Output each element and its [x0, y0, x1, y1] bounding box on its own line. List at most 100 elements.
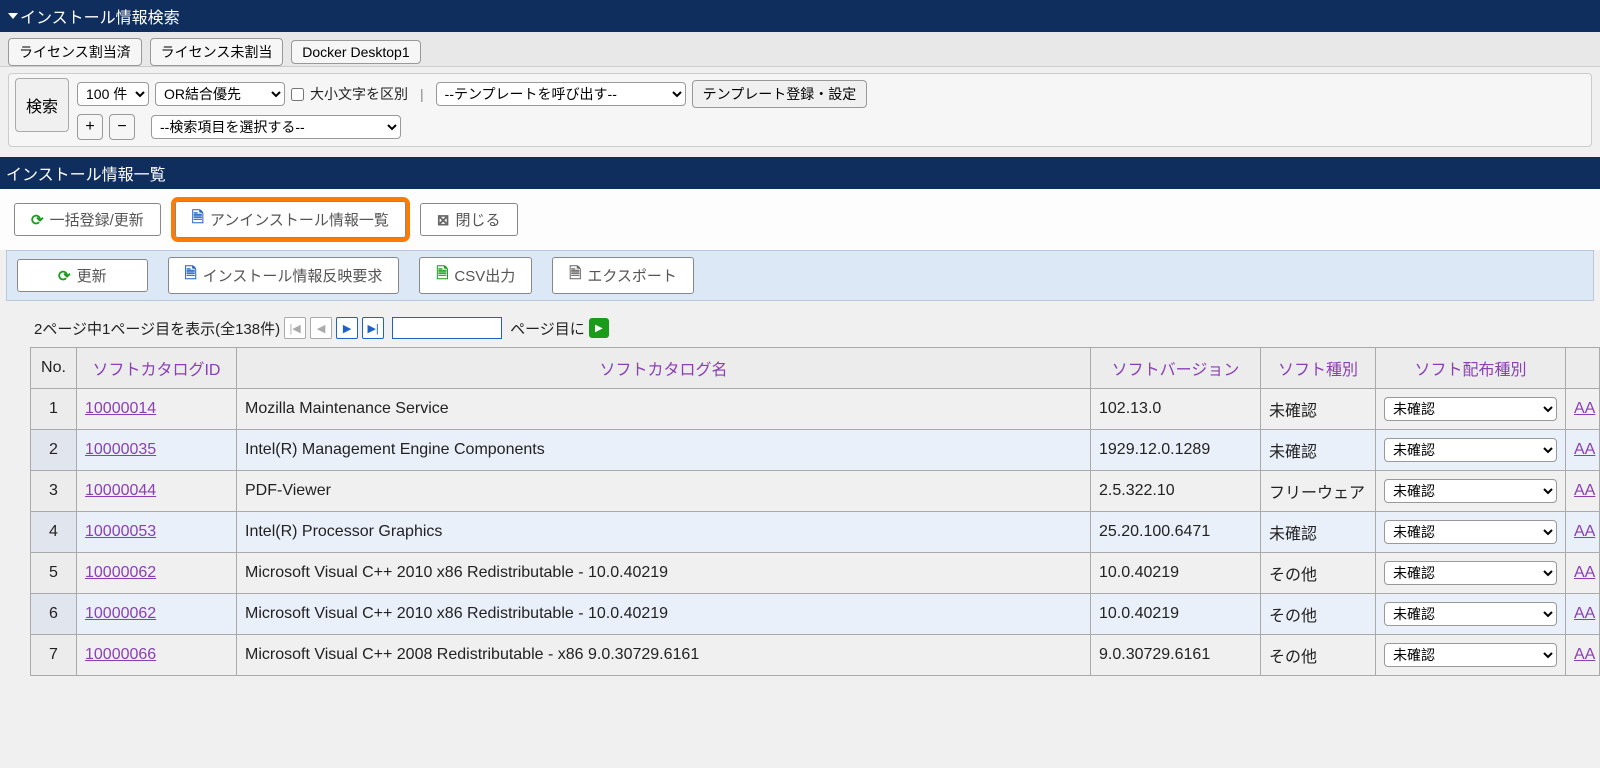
dist-select[interactable]: 未確認 — [1384, 520, 1557, 544]
row-dist: 未確認 — [1376, 553, 1566, 594]
extra-link[interactable]: AA — [1574, 523, 1595, 540]
catalog-id-link[interactable]: 10000062 — [85, 605, 156, 622]
case-sensitive-checkbox[interactable] — [291, 88, 304, 101]
row-dist: 未確認 — [1376, 389, 1566, 430]
extra-link[interactable]: AA — [1574, 482, 1595, 499]
row-catalog-id: 10000035 — [77, 430, 237, 471]
install-info-table: No. ソフトカタログID ソフトカタログ名 ソフトバージョン ソフト種別 ソフ… — [30, 347, 1600, 676]
extra-link[interactable]: AA — [1574, 400, 1595, 417]
pager-go-button[interactable]: ▶ — [589, 318, 609, 338]
row-version: 102.13.0 — [1091, 389, 1261, 430]
row-catalog-id: 10000066 — [77, 635, 237, 676]
row-dist: 未確認 — [1376, 594, 1566, 635]
uninstall-list-button[interactable]: 🗎 アンインストール情報一覧 — [175, 201, 406, 238]
tab-license-assigned[interactable]: ライセンス割当済 — [8, 38, 142, 66]
search-button[interactable]: 検索 — [15, 78, 69, 132]
bulk-register-button[interactable]: ⟳ 一括登録/更新 — [14, 203, 161, 236]
row-extra: AA — [1566, 635, 1600, 676]
add-condition-button[interactable]: + — [77, 114, 103, 140]
uninstall-list-label: アンインストール情報一覧 — [210, 209, 389, 230]
export-label: エクスポート — [587, 265, 677, 286]
col-dist[interactable]: ソフト配布種別 — [1376, 348, 1566, 389]
catalog-id-link[interactable]: 10000053 — [85, 523, 156, 540]
catalog-id-link[interactable]: 10000014 — [85, 400, 156, 417]
refresh-button[interactable]: ⟳ 更新 — [17, 259, 148, 292]
row-no: 2 — [31, 430, 77, 471]
dist-select[interactable]: 未確認 — [1384, 397, 1557, 421]
search-field-select[interactable]: --検索項目を選択する-- — [151, 115, 401, 139]
extra-link[interactable]: AA — [1574, 441, 1595, 458]
dist-select[interactable]: 未確認 — [1384, 561, 1557, 585]
col-version[interactable]: ソフトバージョン — [1091, 348, 1261, 389]
document-icon: 🗎 — [185, 263, 197, 288]
toolbar: ⟳ 更新 🗎 インストール情報反映要求 🗎 CSV出力 🗎 エクスポート — [6, 250, 1594, 301]
table-header-row: No. ソフトカタログID ソフトカタログ名 ソフトバージョン ソフト種別 ソフ… — [31, 348, 1600, 389]
dist-select[interactable]: 未確認 — [1384, 643, 1557, 667]
pager-next-button[interactable]: ▶ — [336, 317, 358, 339]
tab-docker-desktop[interactable]: Docker Desktop1 — [291, 40, 420, 64]
pager-prev-button[interactable]: ◀ — [310, 317, 332, 339]
catalog-id-link[interactable]: 10000035 — [85, 441, 156, 458]
template-call-select[interactable]: --テンプレートを呼び出す-- — [436, 82, 686, 106]
dist-select[interactable]: 未確認 — [1384, 438, 1557, 462]
template-register-button[interactable]: テンプレート登録・設定 — [692, 80, 868, 108]
extra-link[interactable]: AA — [1574, 605, 1595, 622]
table-row: 410000053Intel(R) Processor Graphics25.2… — [31, 512, 1600, 553]
remove-condition-button[interactable]: − — [109, 114, 135, 140]
close-button[interactable]: ⊠ 閉じる — [420, 203, 518, 236]
tab-license-unassigned[interactable]: ライセンス未割当 — [150, 38, 284, 66]
row-catalog-id: 10000062 — [77, 553, 237, 594]
search-section-header[interactable]: インストール情報検索 — [0, 0, 1600, 32]
col-no: No. — [31, 348, 77, 389]
row-type: 未確認 — [1261, 389, 1376, 430]
extra-link[interactable]: AA — [1574, 646, 1595, 663]
table-row: 2 10000035 Intel(R) Management Engine Comp… — [31, 430, 1600, 471]
row-catalog-id: 10000044 — [77, 471, 237, 512]
row-version: 25.20.100.6471 — [1091, 512, 1261, 553]
close-icon: ⊠ — [437, 211, 450, 229]
filter-tabs: ライセンス割当済 ライセンス未割当 Docker Desktop1 — [0, 32, 1600, 67]
row-version: 10.0.40219 — [1091, 594, 1261, 635]
row-catalog-name: Microsoft Visual C++ 2010 x86 Redistribu… — [237, 553, 1091, 594]
dist-select[interactable]: 未確認 — [1384, 602, 1557, 626]
per-page-select[interactable]: 100 件 — [77, 82, 149, 106]
refresh-icon: ⟳ — [58, 267, 71, 285]
catalog-id-link[interactable]: 10000044 — [85, 482, 156, 499]
row-catalog-name: Intel(R) Management Engine Components — [237, 430, 1091, 471]
reflect-request-button[interactable]: 🗎 インストール情報反映要求 — [168, 257, 400, 294]
combine-select[interactable]: OR結合優先 — [155, 82, 285, 106]
catalog-id-link[interactable]: 10000066 — [85, 646, 156, 663]
pager-last-button[interactable]: ▶| — [362, 317, 384, 339]
row-type: その他 — [1261, 635, 1376, 676]
row-extra: AA — [1566, 471, 1600, 512]
pager-first-button[interactable]: |◀ — [284, 317, 306, 339]
collapse-icon — [8, 13, 18, 19]
col-catalog-id[interactable]: ソフトカタログID — [77, 348, 237, 389]
row-catalog-name: Microsoft Visual C++ 2008 Redistributabl… — [237, 635, 1091, 676]
divider: | — [420, 86, 424, 102]
table-row: 710000066Microsoft Visual C++ 2008 Redis… — [31, 635, 1600, 676]
col-extra[interactable] — [1566, 348, 1600, 389]
row-extra: AA — [1566, 594, 1600, 635]
row-version: 10.0.40219 — [1091, 553, 1261, 594]
row-catalog-id: 10000062 — [77, 594, 237, 635]
dist-select[interactable]: 未確認 — [1384, 479, 1557, 503]
export-icon: 🗎 — [569, 263, 581, 288]
catalog-id-link[interactable]: 10000062 — [85, 564, 156, 581]
row-dist: 未確認 — [1376, 471, 1566, 512]
refresh-icon: ⟳ — [31, 211, 44, 229]
row-dist: 未確認 — [1376, 430, 1566, 471]
csv-export-button[interactable]: 🗎 CSV出力 — [419, 257, 532, 294]
pager: 2ページ中1ページ目を表示(全138件) |◀ ◀ ▶ ▶| ページ目に ▶ — [0, 301, 1600, 347]
col-catalog-name[interactable]: ソフトカタログ名 — [237, 348, 1091, 389]
export-button[interactable]: 🗎 エクスポート — [552, 257, 694, 294]
col-type[interactable]: ソフト種別 — [1261, 348, 1376, 389]
bulk-register-label: 一括登録/更新 — [50, 209, 144, 230]
page-number-input[interactable] — [392, 317, 502, 339]
refresh-label: 更新 — [77, 265, 107, 286]
row-no: 4 — [31, 512, 77, 553]
action-bar: ⟳ 一括登録/更新 🗎 アンインストール情報一覧 ⊠ 閉じる — [0, 189, 1600, 250]
extra-link[interactable]: AA — [1574, 564, 1595, 581]
pager-status: 2ページ中1ページ目を表示(全138件) — [34, 318, 280, 339]
row-catalog-name: Microsoft Visual C++ 2010 x86 Redistribu… — [237, 594, 1091, 635]
